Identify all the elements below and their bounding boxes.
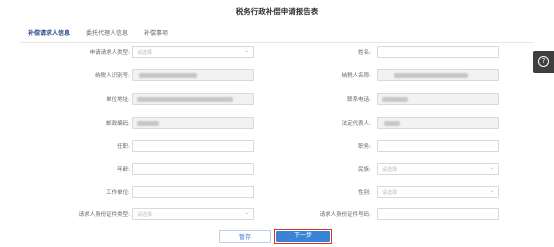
duty-label: 职务:	[358, 144, 371, 150]
form-row: 请求人身份证件类型: 请选择 ⌄ 请求人身份证件号码:	[0, 208, 554, 220]
chevron-down-icon: ⌄	[244, 210, 249, 216]
age-label: 年龄:	[117, 167, 130, 173]
address-field	[132, 93, 254, 105]
employer-input[interactable]	[132, 186, 254, 198]
redacted-text	[137, 121, 159, 126]
id-type-select[interactable]: 请选择 ⌄	[132, 208, 254, 220]
requester-type-label: 申请请求人类型:	[89, 50, 130, 56]
form-row: 申请请求人类型: 请选择 ⌄ 姓名:	[0, 46, 554, 58]
next-step-button[interactable]: 下一步	[276, 231, 330, 242]
name-label: 姓名:	[358, 50, 371, 56]
gender-label: 性别:	[358, 190, 371, 196]
requester-type-select[interactable]: 请选择 ⌄	[132, 46, 254, 58]
legal-rep-label: 法定代表人:	[341, 121, 371, 127]
postcode-label: 邮政编码:	[106, 121, 130, 127]
ethnicity-label: 民族:	[358, 167, 371, 173]
name-input[interactable]	[377, 46, 499, 58]
redacted-text	[384, 121, 400, 126]
form-row: 单位地址: 联系电话:	[0, 93, 554, 105]
tab-bar: 补偿请求人信息 委托代理人信息 补偿事项	[28, 28, 184, 43]
gender-select[interactable]: 请选择 ⌄	[377, 186, 499, 198]
next-step-highlight: 下一步	[274, 229, 332, 244]
form-row: 邮政编码: 法定代表人:	[0, 117, 554, 129]
duty-input[interactable]	[377, 140, 499, 152]
taxpayer-name-label: 纳税人名称:	[341, 73, 371, 79]
id-number-input[interactable]	[377, 208, 499, 220]
id-type-label: 请求人身份证件类型:	[78, 212, 130, 218]
tab-agent-info[interactable]: 委托代理人信息	[86, 28, 128, 43]
address-label: 单位地址:	[106, 97, 130, 103]
id-number-label: 请求人身份证件号码:	[319, 212, 371, 218]
chevron-down-icon: ⌄	[489, 165, 494, 171]
phone-label: 联系电话:	[347, 97, 371, 103]
taxpayer-id-field	[132, 69, 254, 81]
legal-rep-field	[377, 117, 499, 129]
tab-compensation-items[interactable]: 补偿事项	[144, 28, 168, 43]
save-draft-button[interactable]: 暂存	[219, 230, 271, 243]
position-input[interactable]	[132, 140, 254, 152]
chevron-down-icon: ⌄	[489, 188, 494, 194]
taxpayer-name-field	[377, 69, 499, 81]
chevron-down-icon: ⌄	[244, 48, 249, 54]
form-row: 年龄: 民族: 请选择 ⌄	[0, 163, 554, 175]
redacted-text	[382, 97, 408, 102]
form-row: 纳税人识别号: 纳税人名称:	[0, 69, 554, 81]
form-row: 工作单位: 性别: 请选择 ⌄	[0, 186, 554, 198]
help-button[interactable]: ?	[533, 51, 554, 73]
form-row: 任职: 职务:	[0, 140, 554, 152]
position-label: 任职:	[117, 144, 130, 150]
postcode-field	[132, 117, 254, 129]
phone-field	[377, 93, 499, 105]
tab-requester-info[interactable]: 补偿请求人信息	[28, 28, 71, 43]
redacted-text	[394, 73, 468, 78]
redacted-text	[139, 73, 197, 78]
taxpayer-id-label: 纳税人识别号:	[95, 73, 130, 79]
employer-label: 工作单位:	[106, 190, 130, 196]
tab-divider	[20, 42, 534, 43]
redacted-text	[137, 97, 233, 102]
age-input[interactable]	[132, 163, 254, 175]
page-title: 税务行政补偿申请报告表	[235, 7, 319, 16]
ethnicity-select[interactable]: 请选择 ⌄	[377, 163, 499, 175]
question-icon: ?	[538, 56, 549, 67]
